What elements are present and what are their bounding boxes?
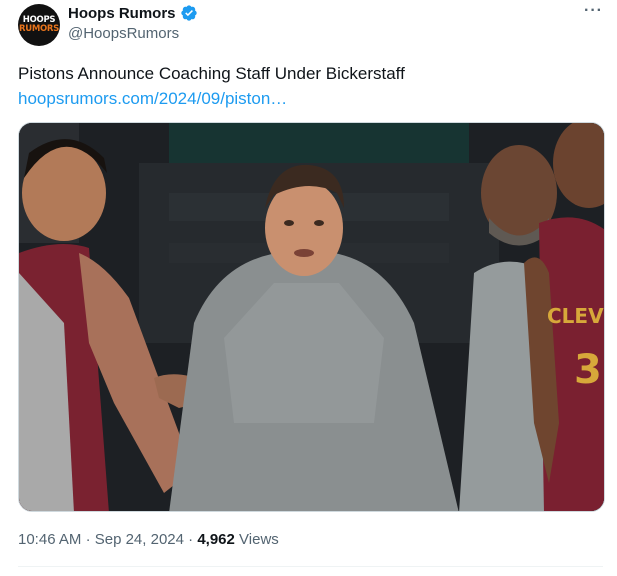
views-label[interactable]: Views	[239, 531, 279, 548]
avatar-text-bottom: RUMORS	[19, 24, 59, 34]
tweet-time[interactable]: 10:46 AM	[18, 531, 81, 548]
tweet-card[interactable]: HOOPS RUMORS Hoops Rumors @HoopsRumors ·…	[0, 0, 617, 576]
divider	[18, 566, 603, 567]
verified-badge-icon[interactable]	[180, 4, 198, 22]
tweet-meta: 10:46 AM · Sep 24, 2024 · 4,962 Views	[18, 531, 279, 548]
more-options-icon[interactable]: ···	[584, 2, 603, 20]
views-count[interactable]: 4,962	[197, 531, 235, 548]
jersey-text: CLEVE	[547, 304, 605, 328]
author-handle[interactable]: @HoopsRumors	[68, 25, 179, 42]
author-name-row: Hoops Rumors	[68, 4, 198, 22]
author-name[interactable]: Hoops Rumors	[68, 5, 176, 22]
avatar[interactable]: HOOPS RUMORS	[18, 4, 60, 46]
tweet-date[interactable]: Sep 24, 2024	[95, 531, 184, 548]
jersey-number: 3	[574, 347, 602, 393]
tweet-link[interactable]: hoopsrumors.com/2024/09/piston…	[18, 87, 287, 111]
tweet-media-image[interactable]: CLEVE 3	[18, 122, 605, 512]
meta-separator: ·	[85, 531, 91, 548]
tweet-text: Pistons Announce Coaching Staff Under Bi…	[18, 64, 405, 83]
meta-separator-2: ·	[188, 531, 194, 548]
